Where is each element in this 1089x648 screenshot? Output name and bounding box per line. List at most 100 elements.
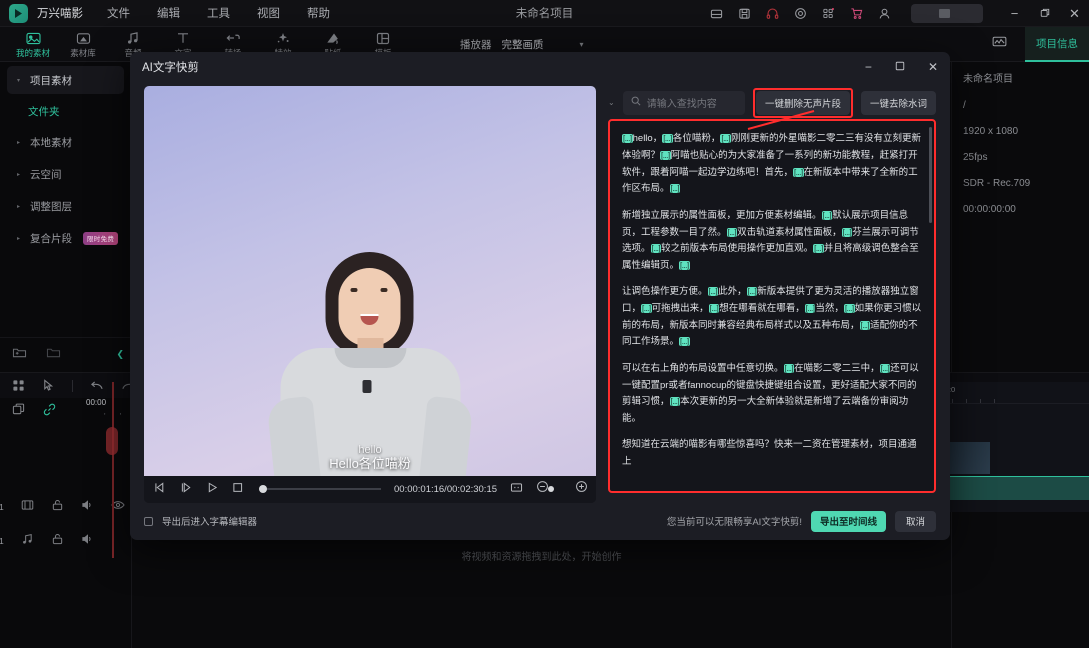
transcript-token[interactable]: [...] <box>844 304 855 313</box>
apps-icon[interactable] <box>821 6 836 21</box>
transcript-text[interactable]: 想在哪看就在哪看， <box>719 303 805 314</box>
window-close-button[interactable]: ✕ <box>1068 7 1081 20</box>
transcript-token[interactable]: [...] <box>622 134 633 143</box>
sidebar-item-folder[interactable]: 文件夹 <box>28 98 124 124</box>
video-track-lock-icon[interactable] <box>51 498 64 516</box>
next-frame-button[interactable] <box>180 480 193 498</box>
headphone-icon[interactable] <box>765 6 780 21</box>
transcript-text[interactable]: 让调色操作更方便。 <box>622 286 708 297</box>
transcript-token[interactable]: [...] <box>860 321 871 330</box>
video-track-mute-icon[interactable] <box>81 498 94 516</box>
transcript-text[interactable]: 想知道在云端的喵影有哪些惊喜吗？快来一二资在管理素材，项目通通上 <box>622 439 917 467</box>
transcript-text[interactable]: 在喵影二零二三中， <box>794 363 880 374</box>
tool-my-media[interactable]: 我的素材 <box>8 29 58 59</box>
quality-select[interactable]: 完整画质 ▾ <box>502 37 584 52</box>
transcript-token[interactable]: [...] <box>793 168 804 177</box>
transcript-token[interactable]: [...] <box>662 134 673 143</box>
video-frame[interactable]: hello Hello各位喵粉 <box>144 86 596 475</box>
chevron-down-icon[interactable]: ⌄ <box>608 98 615 107</box>
export-to-timeline-button[interactable]: 导出至时间线 <box>811 511 886 532</box>
transcript-token[interactable]: [...] <box>822 211 833 220</box>
transcript-scrollbar[interactable] <box>929 127 932 223</box>
transcript-token[interactable]: [...] <box>727 228 738 237</box>
cart-icon[interactable] <box>849 6 864 21</box>
preview-progress-slider[interactable] <box>259 488 381 490</box>
previous-frame-button[interactable] <box>154 480 167 498</box>
remove-filler-words-button[interactable]: 一键去除水词 <box>861 91 936 115</box>
transcript-text[interactable]: 双击轨道素材属性面板， <box>737 227 842 238</box>
audio-track-mute-icon[interactable] <box>81 532 94 550</box>
transcript-token[interactable]: [...] <box>880 364 891 373</box>
fullscreen-icon[interactable] <box>510 480 523 498</box>
new-folder-icon[interactable] <box>12 346 27 364</box>
zoom-in-icon[interactable] <box>575 480 588 498</box>
transcript-paragraph[interactable]: 想知道在云端的喵影有哪些惊喜吗？快来一二资在管理素材，项目通通上 <box>622 437 922 470</box>
transcript-token[interactable]: [...] <box>813 244 824 253</box>
waveform-icon[interactable] <box>992 35 1007 53</box>
dialog-maximize-button[interactable] <box>895 60 905 74</box>
save-icon[interactable] <box>709 6 724 21</box>
play-button[interactable] <box>206 480 219 498</box>
menu-item-tools[interactable]: 工具 <box>207 5 230 21</box>
transcript-token[interactable]: [...] <box>679 261 690 270</box>
link-icon[interactable] <box>43 403 56 421</box>
transcript-text[interactable]: 当然， <box>815 303 844 314</box>
search-input[interactable]: 请输入查找内容 <box>623 91 745 115</box>
transcript-token[interactable]: [...] <box>709 304 720 313</box>
audio-track-lock-icon[interactable] <box>51 532 64 550</box>
transcript-paragraph[interactable]: 新增独立展示的属性面板，更加方便素材编辑。[...]默认展示项目信息页，工程参数… <box>622 208 922 275</box>
transcript-token[interactable]: [...] <box>784 364 795 373</box>
undo-icon[interactable] <box>90 380 104 392</box>
transcript-text[interactable]: 此外， <box>718 286 747 297</box>
tool-library[interactable]: 素材库 <box>58 29 108 59</box>
duplicate-icon[interactable] <box>12 403 25 421</box>
collapse-panel-icon[interactable]: ❮ <box>116 349 124 360</box>
dialog-close-button[interactable]: ✕ <box>928 60 938 74</box>
sidebar-item-cloud[interactable]: ▸ 云空间 <box>7 160 124 188</box>
menu-item-view[interactable]: 视图 <box>257 5 280 21</box>
export-button[interactable] <box>911 4 983 23</box>
import-folder-icon[interactable] <box>46 346 61 364</box>
transcript-token[interactable]: [...] <box>670 397 681 406</box>
transcript-paragraph[interactable]: [...]hello，[...]各位喵粉，[...]刚刚更新的外星喵影二零二三有… <box>622 131 922 198</box>
sidebar-item-adjustment-layer[interactable]: ▸ 调整图层 <box>7 192 124 220</box>
delete-silence-button[interactable]: 一键删除无声片段 <box>756 91 850 115</box>
account-icon[interactable] <box>877 6 892 21</box>
transcript-token[interactable]: [...] <box>651 244 662 253</box>
window-minimize-button[interactable]: − <box>1008 7 1021 20</box>
transcript-text[interactable]: hello， <box>633 133 663 144</box>
transcript-token[interactable]: [...] <box>842 228 853 237</box>
sidebar-item-local-media[interactable]: ▸ 本地素材 <box>7 128 124 156</box>
transcript-paragraph[interactable]: 让调色操作更方便。[...]此外，[...]新版本提供了更为灵活的播放器独立窗口… <box>622 284 922 351</box>
window-maximize-button[interactable] <box>1038 7 1051 20</box>
sidebar-item-compound-clip[interactable]: ▸ 复合片段 限时免费 <box>7 224 124 252</box>
transcript-token[interactable]: [...] <box>747 287 758 296</box>
transcript-panel[interactable]: [...]hello，[...]各位喵粉，[...]刚刚更新的外星喵影二零二三有… <box>608 119 936 492</box>
cancel-button[interactable]: 取消 <box>895 511 936 532</box>
menu-item-file[interactable]: 文件 <box>107 5 130 21</box>
menu-item-edit[interactable]: 编辑 <box>157 5 180 21</box>
snapshot-icon[interactable] <box>737 6 752 21</box>
support-icon[interactable] <box>793 6 808 21</box>
transcript-token[interactable]: [...] <box>660 151 671 160</box>
tab-project-info[interactable]: 项目信息 <box>1025 27 1089 62</box>
transcript-text[interactable]: 较之前版本布局使用操作更加直观。 <box>661 243 813 254</box>
dialog-minimize-button[interactable]: − <box>865 60 872 74</box>
transcript-token[interactable]: [...] <box>641 304 652 313</box>
transcript-text[interactable]: 新增独立展示的属性面板，更加方便素材编辑。 <box>622 210 822 221</box>
stop-button[interactable] <box>232 480 244 498</box>
transcript-token[interactable]: [...] <box>805 304 816 313</box>
menu-item-help[interactable]: 帮助 <box>307 5 330 21</box>
transcript-paragraph[interactable]: 可以在右上角的布局设置中任意切换。[...]在喵影二零二三中，[...]还可以一… <box>622 361 922 428</box>
transcript-token[interactable]: [...] <box>679 337 690 346</box>
select-tool-icon[interactable] <box>42 379 55 392</box>
grid-view-icon[interactable] <box>12 379 25 392</box>
transcript-text[interactable]: 各位喵粉， <box>673 133 721 144</box>
subtitle-editor-checkbox[interactable] <box>144 517 153 526</box>
transcript-token[interactable]: [...] <box>708 287 719 296</box>
transcript-text[interactable]: 可拖拽出来， <box>652 303 709 314</box>
transcript-token[interactable]: [...] <box>670 184 681 193</box>
transcript-text[interactable]: 可以在右上角的布局设置中任意切换。 <box>622 363 784 374</box>
transcript-token[interactable]: [...] <box>720 134 731 143</box>
sidebar-item-project-media[interactable]: ▾ 项目素材 <box>7 66 124 94</box>
